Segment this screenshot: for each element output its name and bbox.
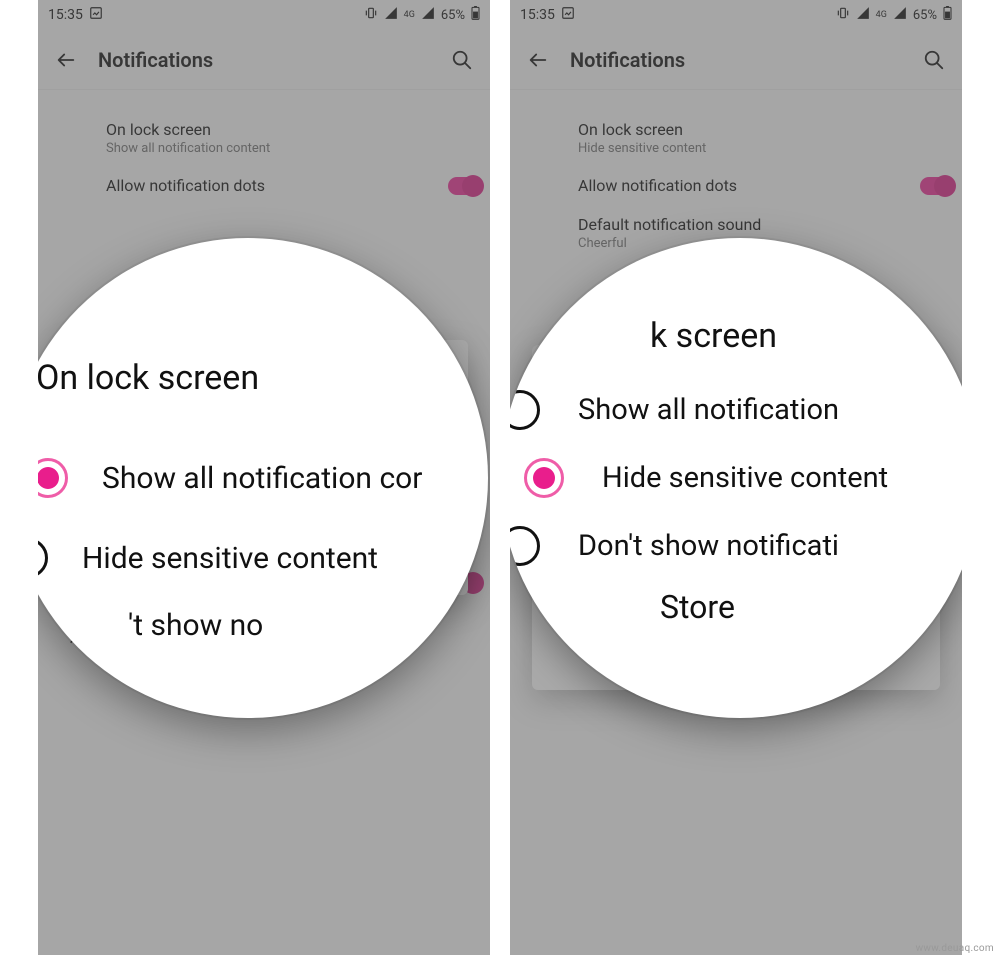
vibrate-icon	[836, 6, 850, 24]
radio-icon[interactable]	[38, 538, 48, 578]
signal-icon	[384, 6, 398, 24]
vibrate-icon	[364, 6, 378, 24]
radio-icon[interactable]	[510, 526, 540, 566]
setting-lock-screen[interactable]: On lock screen Hide sensitive content	[510, 110, 962, 166]
status-bar: 15:35 4G 65%	[510, 0, 962, 30]
signal-4g-label: 4G	[404, 10, 415, 20]
status-bar: 15:35 4G 65%	[38, 0, 490, 30]
option-label: Show all notification	[578, 393, 839, 427]
setting-lock-screen[interactable]: On lock screen Show all notification con…	[38, 110, 490, 166]
option-dont-show[interactable]: Don't show notificati	[510, 512, 960, 580]
picture-icon	[561, 6, 575, 24]
option-label: Don't show notificati	[578, 529, 839, 563]
search-button[interactable]	[448, 46, 476, 74]
option-fragment: 't show no	[128, 608, 468, 643]
setting-subtitle: Show all notification content	[106, 141, 466, 156]
setting-title: Allow notification dots	[106, 176, 466, 195]
option-show-all[interactable]: Show all notification cor	[38, 438, 468, 518]
phone-left: 15:35 4G 65%	[38, 0, 490, 955]
option-show-all[interactable]: Show all notification	[510, 376, 960, 444]
radio-selected-icon[interactable]	[38, 458, 68, 498]
page-title: Notifications	[570, 48, 920, 72]
battery-percent: 65%	[441, 8, 465, 23]
text-fragment: Store	[660, 588, 960, 626]
setting-title: Allow notification dots	[578, 176, 938, 195]
app-header: Notifications	[38, 30, 490, 90]
picture-icon	[89, 6, 103, 24]
watermark: www.deuaq.com	[916, 943, 994, 954]
status-time: 15:35	[48, 7, 83, 23]
option-label: Hide sensitive content	[82, 541, 378, 576]
toggle-switch[interactable]	[448, 177, 482, 195]
setting-subtitle: Hide sensitive content	[578, 141, 938, 156]
setting-title: On lock screen	[106, 120, 466, 139]
setting-notification-dots[interactable]: Allow notification dots	[510, 166, 962, 205]
battery-icon	[471, 6, 480, 24]
magnifier-lens: k screen Show all notification Hide sens…	[510, 238, 962, 718]
signal-icon-2	[893, 6, 907, 24]
magnifier-lens: On lock screen Show all notification cor…	[38, 238, 488, 718]
option-hide-sensitive[interactable]: Hide sensitive content	[510, 444, 960, 512]
battery-percent: 65%	[913, 8, 937, 23]
dialog-title: On lock screen	[38, 358, 468, 398]
signal-icon-2	[421, 6, 435, 24]
setting-title: On lock screen	[578, 120, 938, 139]
dialog-title-fragment: k screen	[650, 316, 960, 356]
radio-selected-icon[interactable]	[524, 458, 564, 498]
radio-icon[interactable]	[510, 390, 540, 430]
setting-title: Default notification sound	[578, 215, 938, 234]
battery-icon	[943, 6, 952, 24]
search-button[interactable]	[920, 46, 948, 74]
signal-icon	[856, 6, 870, 24]
option-label: Show all notification cor	[102, 461, 422, 496]
phone-right: 15:35 4G 65%	[510, 0, 962, 955]
setting-notification-dots[interactable]: Allow notification dots	[38, 166, 490, 205]
status-time: 15:35	[520, 7, 555, 23]
option-label: Hide sensitive content	[602, 461, 888, 495]
back-button[interactable]	[524, 46, 552, 74]
toggle-switch[interactable]	[920, 177, 954, 195]
back-button[interactable]	[52, 46, 80, 74]
app-header: Notifications	[510, 30, 962, 90]
signal-4g-label: 4G	[876, 10, 887, 20]
page-title: Notifications	[98, 48, 448, 72]
option-hide-sensitive[interactable]: Hide sensitive content	[38, 518, 468, 598]
